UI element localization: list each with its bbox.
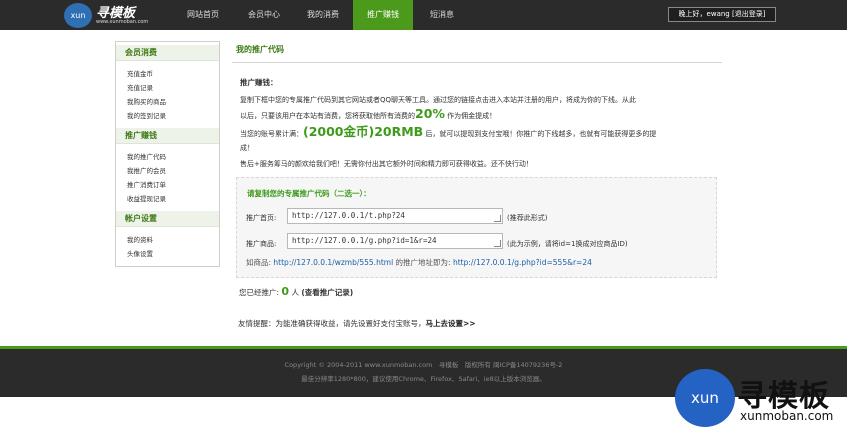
example-promo-link[interactable]: http://127.0.0.1/g.php?id=555&r=24 (453, 258, 592, 267)
withdraw-paragraph: 当您的账号累计满：(2000金币)20RMB 后，就可以提现到支付宝哦！你推广的… (240, 125, 720, 155)
sidebar-item-promoted-members[interactable]: 我推广的会员 (127, 165, 166, 175)
user-greeting-logout[interactable]: 晚上好，ewang [退出登录] (668, 7, 776, 22)
withdraw-text-end: 成！ (240, 144, 254, 152)
sidebar-item-promo-orders[interactable]: 推广消费订单 (127, 179, 166, 189)
watermark-url: xunmoban.com (740, 409, 834, 423)
example-middle-text: 的推广地址即为: (395, 258, 451, 267)
intro-paragraph: 复制下框中您的专属推广代码到其它网站或者QQ聊天等工具。通过您的链接点击进入本站… (240, 93, 720, 123)
product-link-value: http://127.0.0.1/g.php?id=1&r=24 (292, 236, 437, 245)
site-logo[interactable]: xun 寻模板 www.xunmoban.com (64, 3, 174, 29)
home-link-field[interactable]: http://127.0.0.1/t.php?24 (287, 208, 503, 224)
logo-mark: xun (64, 3, 92, 28)
code-box-title: 请复制您的专属推广代码（二选一）： (247, 189, 371, 198)
sidebar-item-recharge-gold[interactable]: 充值金币 (127, 68, 153, 78)
product-link-note: (此为示例，请将id=1换成对应商品ID) (507, 240, 628, 248)
example-row: 如商品: http://127.0.0.1/wzmb/555.html 的推广地… (246, 257, 592, 268)
example-prefix: 如商品: (246, 258, 272, 267)
home-link-note: (推荐此形式) (507, 214, 548, 222)
nav-my-consumption[interactable]: 我的消费 (294, 0, 352, 30)
section-title: 推广赚钱： (240, 78, 278, 87)
promo-code-box: 请复制您的专属推广代码（二选一）： 推广首页: http://127.0.0.1… (236, 177, 717, 278)
promo-count-value: 0 (281, 285, 290, 298)
intro-line2: 以后，只要该用户在本站有消费，您将获取他所有消费的 (240, 112, 415, 120)
nav-home[interactable]: 网站首页 (172, 0, 234, 30)
footer-copyright: Copyright © 2004-2011 www.xunmoban.com 寻… (284, 361, 563, 369)
sidebar-item-signin-history[interactable]: 我的签到记录 (127, 110, 166, 120)
set-alipay-link[interactable]: 马上去设置>> (426, 319, 476, 328)
withdraw-prefix: 当您的账号累计满： (240, 130, 303, 138)
withdraw-text: 后，就可以提现到支付宝哦！你推广的下线越多，也就有可能获得更多的提 (423, 130, 657, 138)
sidebar-group-title: 会员消费 (116, 45, 219, 61)
sidebar-item-purchased[interactable]: 我购买的商品 (127, 96, 166, 106)
friendly-tip: 友情提醒：为能准确获得收益，请先设置好支付宝账号，马上去设置>> (238, 318, 476, 329)
resize-handle-icon[interactable] (494, 240, 501, 247)
title-divider (232, 62, 722, 63)
resize-handle-icon[interactable] (494, 215, 501, 222)
promo-count-label: 您已经推广: (239, 288, 280, 297)
sidebar-group-title: 帐户设置 (116, 211, 219, 227)
promo-count-unit: 人 (291, 288, 299, 297)
sidebar-item-avatar[interactable]: 头像设置 (127, 248, 153, 258)
product-link-label: 推广商品: (246, 240, 277, 248)
sidebar-group-title: 推广赚钱 (116, 128, 219, 144)
home-link-value: http://127.0.0.1/t.php?24 (292, 211, 405, 220)
product-link-field[interactable]: http://127.0.0.1/g.php?id=1&r=24 (287, 233, 503, 249)
call-to-action-paragraph: 售后+服务筹马的颜欢给我们吧！无需你付出其它额外时间和精力即可获得收益。还不快行… (240, 160, 533, 168)
sidebar-item-recharge-history[interactable]: 充值记录 (127, 82, 153, 92)
page-title: 我的推广代码 (236, 45, 284, 54)
nav-promotion[interactable]: 推广赚钱 (353, 0, 413, 30)
top-navigation-bar: xun 寻模板 www.xunmoban.com 网站首页 会员中心 我的消费 … (0, 0, 847, 30)
intro-line1: 复制下框中您的专属推广代码到其它网站或者QQ聊天等工具。通过您的链接点击进入本站… (240, 96, 637, 104)
commission-percent: 20% (415, 106, 445, 121)
nav-messages[interactable]: 短消息 (413, 0, 471, 30)
view-promo-records-link[interactable]: (查看推广记录) (301, 288, 353, 297)
promo-count-row: 您已经推广: 0 人 (查看推广记录) (239, 285, 353, 298)
home-link-label: 推广首页: (246, 214, 277, 222)
watermark-logo-mark: xun (675, 369, 735, 427)
example-product-link[interactable]: http://127.0.0.1/wzmb/555.html (273, 258, 393, 267)
sidebar-item-promo-code[interactable]: 我的推广代码 (127, 151, 166, 161)
sidebar: 会员消费 充值金币 充值记录 我购买的商品 我的签到记录 推广赚钱 我的推广代码… (115, 41, 220, 267)
sidebar-item-withdraw-history[interactable]: 收益提现记录 (127, 193, 166, 203)
logo-url: www.xunmoban.com (96, 19, 149, 25)
nav-member-center[interactable]: 会员中心 (234, 0, 294, 30)
sidebar-item-profile[interactable]: 我的资料 (127, 234, 153, 244)
tip-text: 友情提醒：为能准确获得收益，请先设置好支付宝账号， (238, 319, 426, 328)
intro-line2-end: 作为佣金提成！ (444, 112, 497, 120)
withdraw-threshold: (2000金币)20RMB (303, 124, 424, 139)
